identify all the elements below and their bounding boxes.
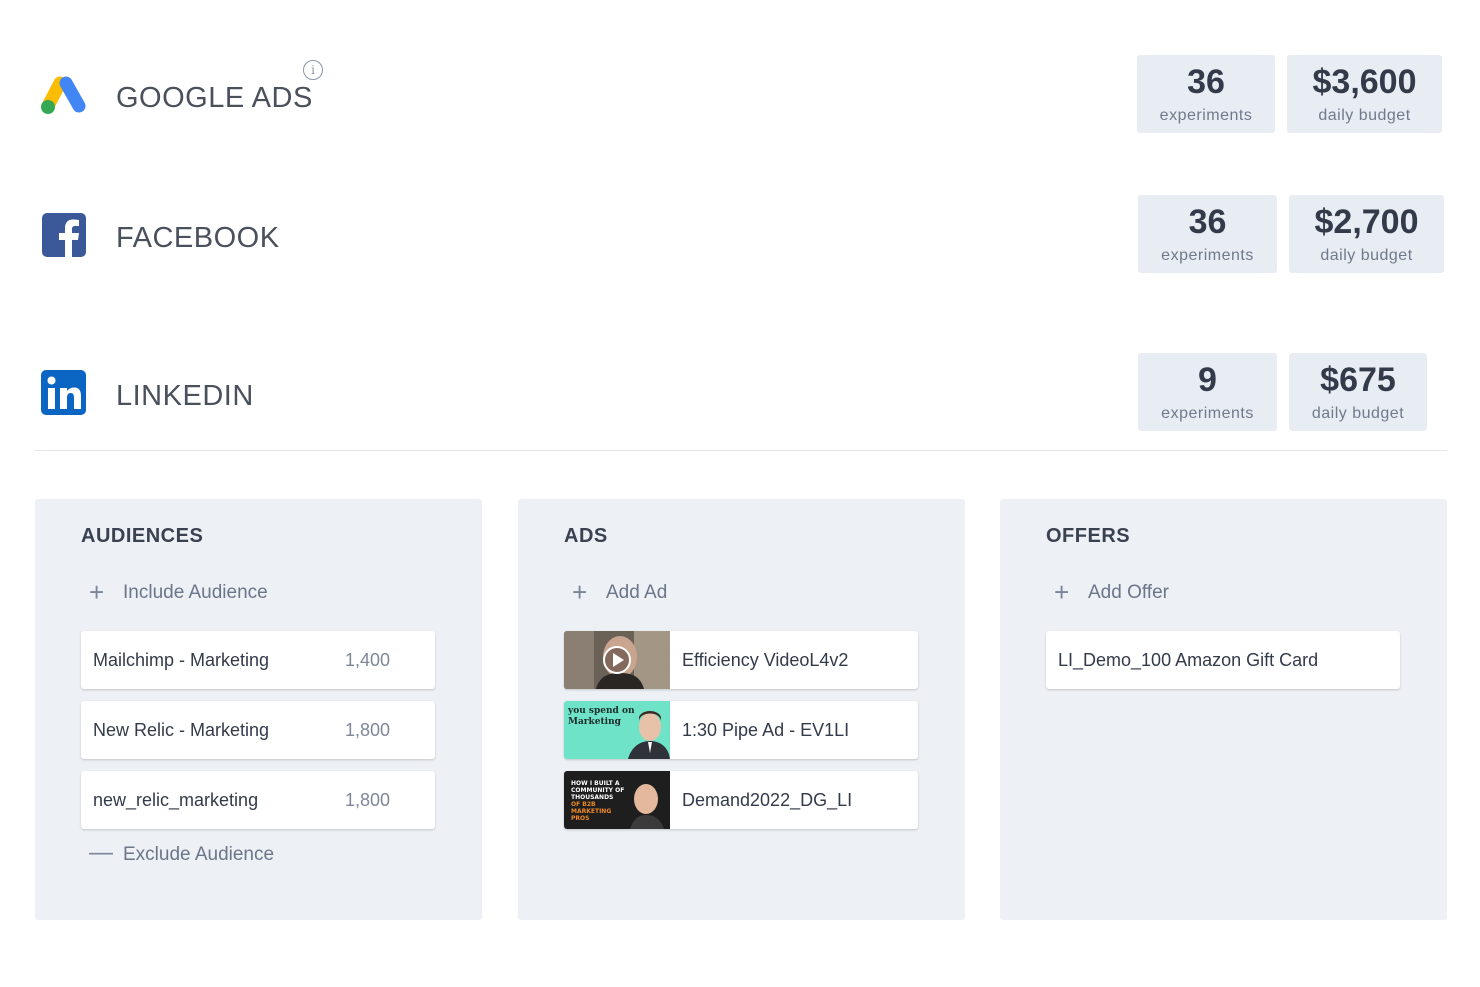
exclude-audience-button[interactable]: — Exclude Audience — [89, 839, 274, 867]
ad-name: Efficiency VideoL4v2 — [682, 650, 849, 670]
pipe-ad-thumbnail: you spend on Marketing — [564, 701, 670, 759]
panel-title: ADS — [564, 525, 608, 547]
panel-title: OFFERS — [1046, 525, 1131, 547]
thumbnail-text: MARKETING — [571, 808, 611, 815]
ads-panel: ADS + Add Ad Efficiency VideoL4v2 you spe… — [518, 499, 965, 920]
thumbnail-text: THOUSANDS — [571, 794, 613, 801]
thumbnail-text: Marketing — [568, 717, 622, 727]
offer-item[interactable]: LI_Demo_100 Amazon Gift Card — [1046, 631, 1400, 689]
info-icon[interactable]: i — [303, 60, 323, 80]
linkedin-logo — [38, 368, 90, 420]
exclude-audience-label: Exclude Audience — [123, 844, 275, 865]
panel-title: AUDIENCES — [81, 525, 204, 547]
audience-item[interactable]: new_relic_marketing 1,800 — [81, 771, 435, 829]
ad-item[interactable]: HOW I BUILT A COMMUNITY OF THOUSANDS OF … — [564, 771, 918, 829]
channel-name: LINKEDIN — [116, 380, 254, 412]
add-ad-button[interactable]: + Add Ad — [572, 577, 667, 608]
experiments-label: experiments — [1161, 405, 1254, 422]
add-ad-label: Add Ad — [606, 582, 668, 603]
channel-name: GOOGLE ADS — [116, 82, 313, 114]
thumbnail-text: HOW I BUILT A — [571, 780, 620, 787]
ad-item[interactable]: Efficiency VideoL4v2 — [564, 631, 918, 689]
experiments-label: experiments — [1161, 247, 1254, 264]
plus-icon: + — [89, 577, 105, 607]
thumbnail-text: OF B2B — [571, 801, 596, 808]
experiments-count: 36 — [1187, 63, 1225, 101]
audience-name: New Relic - Marketing — [93, 720, 270, 740]
ad-name: 1:30 Pipe Ad - EV1LI — [682, 720, 850, 740]
daily-budget-label: daily budget — [1311, 405, 1405, 422]
audience-item[interactable]: New Relic - Marketing 1,800 — [81, 701, 435, 759]
audience-name: Mailchimp - Marketing — [93, 650, 270, 670]
video-thumbnail — [564, 631, 670, 689]
audience-item[interactable]: Mailchimp - Marketing 1,400 — [81, 631, 435, 689]
audience-count: 1,800 — [345, 790, 391, 810]
daily-budget-label: daily budget — [1318, 107, 1411, 124]
offer-name: LI_Demo_100 Amazon Gift Card — [1058, 650, 1319, 670]
ad-name: Demand2022_DG_LI — [682, 790, 853, 810]
experiments-stat: 36 experiments — [1138, 195, 1277, 273]
add-offer-button[interactable]: + Add Offer — [1054, 577, 1169, 608]
experiments-count: 36 — [1188, 203, 1227, 241]
channel-name: FACEBOOK — [116, 222, 280, 254]
thumbnail-text: PROS — [571, 815, 589, 822]
minus-icon: — — [89, 839, 113, 866]
ad-item[interactable]: you spend on Marketing 1:30 Pipe Ad - EV… — [564, 701, 918, 759]
plus-icon: + — [572, 577, 588, 607]
thumbnail-text: COMMUNITY OF — [571, 787, 624, 794]
offers-panel: OFFERS + Add Offer LI_Demo_100 Amazon Gif… — [1000, 499, 1447, 920]
plus-icon: + — [1054, 577, 1070, 607]
budget-stat: $3,600 daily budget — [1287, 55, 1442, 133]
experiments-count: 9 — [1198, 361, 1217, 399]
daily-budget-value: $3,600 — [1312, 63, 1417, 101]
audience-name: new_relic_marketing — [93, 790, 259, 810]
daily-budget-label: daily budget — [1320, 247, 1413, 264]
facebook-logo — [38, 210, 90, 262]
experiments-label: experiments — [1159, 107, 1253, 124]
audiences-panel: AUDIENCES + Include Audience Mailchimp - … — [35, 499, 482, 920]
daily-budget-value: $2,700 — [1314, 203, 1419, 241]
include-audience-button[interactable]: + Include Audience — [89, 577, 268, 608]
include-audience-label: Include Audience — [123, 582, 268, 603]
daily-budget-value: $675 — [1320, 361, 1396, 399]
google-ads-logo — [38, 70, 90, 122]
demand-thumbnail: HOW I BUILT A COMMUNITY OF THOUSANDS OF … — [564, 771, 670, 829]
budget-stat: $675 daily budget — [1289, 353, 1427, 431]
budget-stat: $2,700 daily budget — [1289, 195, 1444, 273]
experiments-stat: 36 experiments — [1137, 55, 1275, 133]
audience-count: 1,400 — [345, 650, 391, 670]
experiments-stat: 9 experiments — [1138, 353, 1277, 431]
add-offer-label: Add Offer — [1088, 582, 1169, 603]
divider — [35, 450, 1447, 451]
audience-count: 1,800 — [345, 720, 391, 740]
thumbnail-text: you spend on — [567, 706, 635, 716]
